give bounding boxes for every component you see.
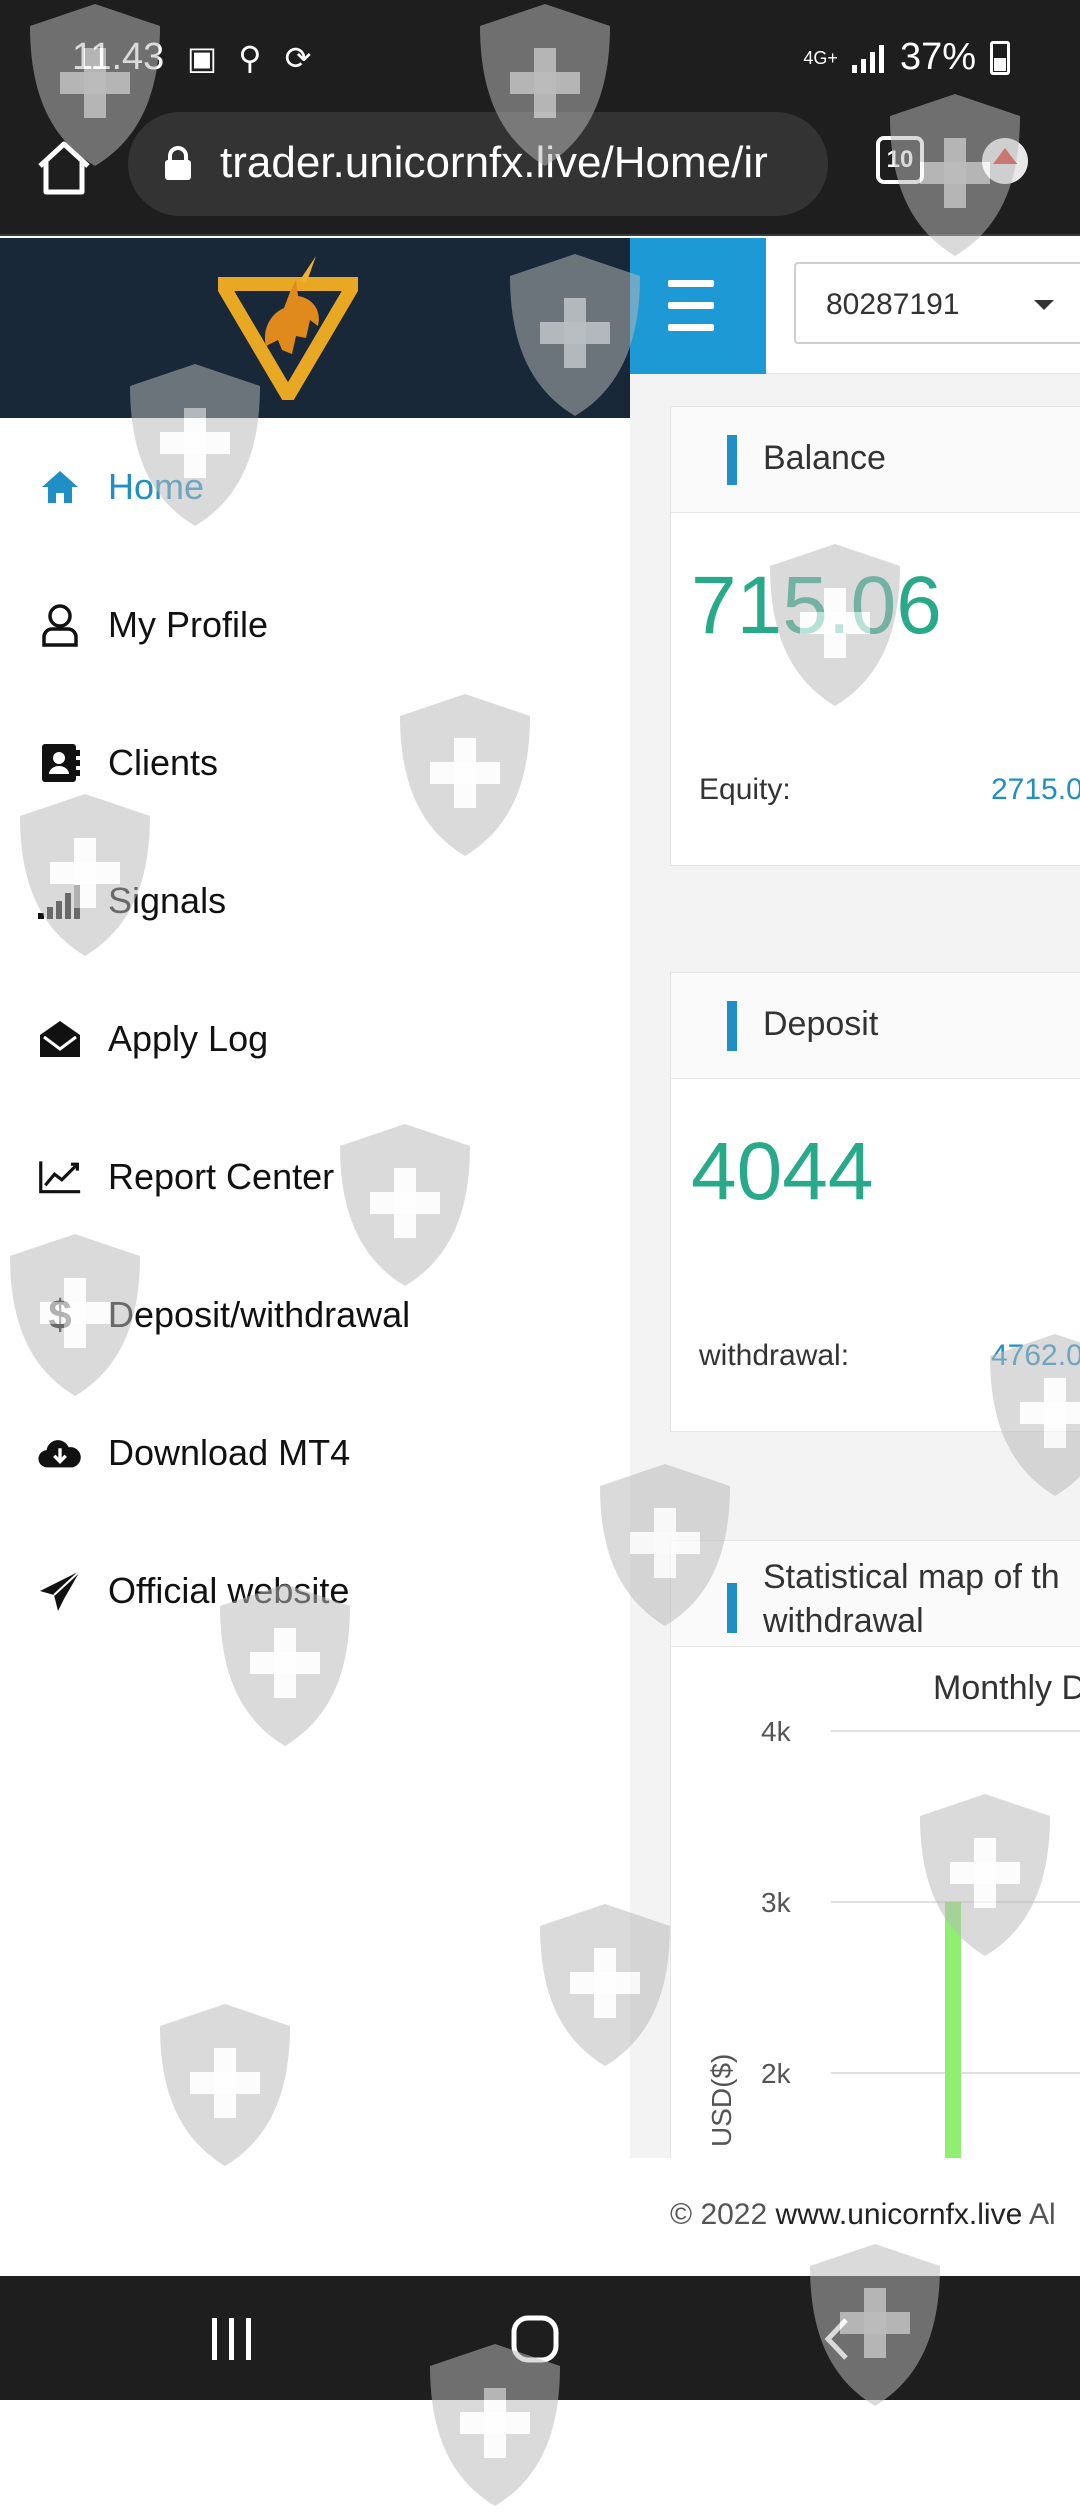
hamburger-line bbox=[668, 324, 714, 331]
footer-text: © 2022 www.unicornfx.live Al bbox=[670, 2198, 1056, 2232]
card-header: Deposit bbox=[671, 973, 1080, 1079]
paper-plane-icon bbox=[38, 1569, 82, 1613]
browser-toolbar: trader.unicornfx.live/Home/ir 10 bbox=[0, 112, 1080, 236]
withdrawal-label: withdrawal: bbox=[699, 1339, 850, 1372]
balance-card: Balance 715.06 Equity: 2715.0 bbox=[670, 406, 1080, 866]
chart-ytick-label: 2k bbox=[761, 2058, 792, 2089]
accent-bar bbox=[727, 1583, 737, 1633]
deposit-card: Deposit 4044 withdrawal: 4762.0 bbox=[670, 972, 1080, 1432]
image-notification-icon: ▣ bbox=[186, 40, 218, 76]
footer-site-link[interactable]: www.unicornfx.live bbox=[776, 2198, 1023, 2231]
status-right: 4G+ 37% bbox=[803, 36, 1010, 79]
sidebar-item-label: Home bbox=[108, 466, 205, 507]
cloud-download-icon bbox=[38, 1431, 82, 1475]
withdrawal-value: 4762.0 bbox=[991, 1339, 1080, 1372]
back-icon[interactable] bbox=[822, 2316, 852, 2362]
balance-title: Balance bbox=[763, 439, 886, 477]
sidebar-item-clients[interactable]: Clients bbox=[0, 694, 630, 832]
chart-card-title-line1: Statistical map of th bbox=[763, 1558, 1060, 1596]
sidebar-item-label: Report Center bbox=[108, 1156, 335, 1197]
browser-update-icon[interactable] bbox=[982, 138, 1028, 184]
home-nav-icon[interactable] bbox=[510, 2314, 560, 2364]
home-icon bbox=[38, 465, 82, 509]
sidebar-item-label: Clients bbox=[108, 742, 219, 783]
status-bar: 11.43 ▣ ⚲ ⟳ 4G+ 37% bbox=[0, 0, 1080, 112]
lock-icon bbox=[165, 146, 191, 180]
chart-ytick-label: 3k bbox=[761, 1887, 792, 1918]
balance-value: 715.06 bbox=[691, 560, 942, 651]
sidebar-item-label: Download MT4 bbox=[108, 1432, 351, 1473]
sidebar-item-label: Deposit/withdrawal bbox=[108, 1294, 411, 1335]
account-number: 80287191 bbox=[826, 288, 960, 321]
footer: © 2022 www.unicornfx.live Al bbox=[630, 2158, 1080, 2276]
chart-ytick-label: 4k bbox=[761, 1716, 792, 1747]
sidebar-item-label: Signals bbox=[108, 880, 227, 921]
sidebar-item-label: Apply Log bbox=[108, 1018, 269, 1059]
battery-icon bbox=[990, 40, 1010, 75]
menu-toggle-button[interactable] bbox=[630, 238, 766, 374]
accent-bar bbox=[727, 1001, 737, 1051]
accent-bar bbox=[727, 435, 737, 485]
chart-title: Monthly D bbox=[933, 1669, 1080, 1707]
logo-header bbox=[0, 238, 630, 418]
tab-switcher-button[interactable]: 10 bbox=[876, 136, 924, 184]
unicorn-logo[interactable] bbox=[218, 250, 358, 400]
address-bar[interactable]: trader.unicornfx.live/Home/ir bbox=[128, 112, 828, 216]
line-chart-icon bbox=[38, 1155, 82, 1199]
sidebar-item-apply-log[interactable]: Apply Log bbox=[0, 970, 630, 1108]
equity-value: 2715.0 bbox=[991, 773, 1080, 806]
statistics-chart-card: Statistical map of th withdrawal Monthly… bbox=[670, 1540, 1080, 2158]
status-time: 11.43 bbox=[72, 36, 165, 78]
top-nav: 80287191 bbox=[766, 238, 1080, 374]
chart-card-title-line2: withdrawal bbox=[763, 1602, 924, 1640]
sync-notification-icon: ⟳ bbox=[284, 40, 312, 76]
signal-strength-icon bbox=[851, 44, 884, 73]
system-nav-bar bbox=[0, 2276, 1080, 2400]
sidebar-item-download-mt4[interactable]: Download MT4 bbox=[0, 1384, 630, 1522]
chart-bar[interactable] bbox=[945, 1902, 961, 2158]
notification-icons: ▣ ⚲ ⟳ bbox=[184, 40, 316, 76]
monthly-chart: Monthly D USD($) 4k 3k 2k bbox=[706, 1669, 1080, 2158]
dollar-icon: $ bbox=[48, 1291, 72, 1338]
home-button-icon[interactable] bbox=[32, 136, 96, 200]
hamburger-icon bbox=[668, 280, 714, 287]
recent-apps-icon[interactable] bbox=[208, 2316, 256, 2362]
copyright-text: © 2022 bbox=[670, 2198, 768, 2231]
chart-ylabel: USD($) bbox=[706, 2054, 737, 2147]
footer-rest: Al bbox=[1028, 2198, 1056, 2231]
signal-icon bbox=[38, 879, 82, 923]
deposit-title: Deposit bbox=[763, 1005, 879, 1043]
sidebar-item-report-center[interactable]: Report Center bbox=[0, 1108, 630, 1246]
sidebar-item-my-profile[interactable]: My Profile bbox=[0, 556, 630, 694]
account-select[interactable]: 80287191 bbox=[794, 262, 1080, 344]
user-icon bbox=[38, 603, 82, 647]
network-type: 4G+ bbox=[803, 47, 838, 68]
sidebar-item-deposit-withdrawal[interactable]: $ Deposit/withdrawal bbox=[0, 1246, 630, 1384]
hamburger-line bbox=[668, 302, 714, 309]
sidebar-item-home[interactable]: Home bbox=[0, 418, 630, 556]
sidebar: Home My Profile Clients Signals Apply Lo… bbox=[0, 418, 630, 2158]
deposit-value: 4044 bbox=[691, 1126, 874, 1217]
chart-card-title: Statistical map of th withdrawal bbox=[763, 1555, 1060, 1643]
card-header: Balance bbox=[671, 407, 1080, 513]
sidebar-item-label: Official website bbox=[108, 1570, 350, 1611]
address-book-icon bbox=[38, 741, 82, 785]
equity-label: Equity: bbox=[699, 773, 791, 806]
main-content: Balance 715.06 Equity: 2715.0 Deposit 40… bbox=[630, 374, 1080, 2158]
sidebar-item-official-website[interactable]: Official website bbox=[0, 1522, 630, 1660]
url-text: trader.unicornfx.live/Home/ir bbox=[220, 138, 768, 187]
caret-down-icon bbox=[1034, 300, 1054, 310]
search-notification-icon: ⚲ bbox=[238, 40, 262, 76]
card-header: Statistical map of th withdrawal bbox=[671, 1541, 1080, 1647]
battery-percent: 37% bbox=[899, 36, 976, 78]
envelope-open-icon bbox=[38, 1017, 82, 1061]
sidebar-item-label: My Profile bbox=[108, 604, 269, 645]
sidebar-item-signals[interactable]: Signals bbox=[0, 832, 630, 970]
